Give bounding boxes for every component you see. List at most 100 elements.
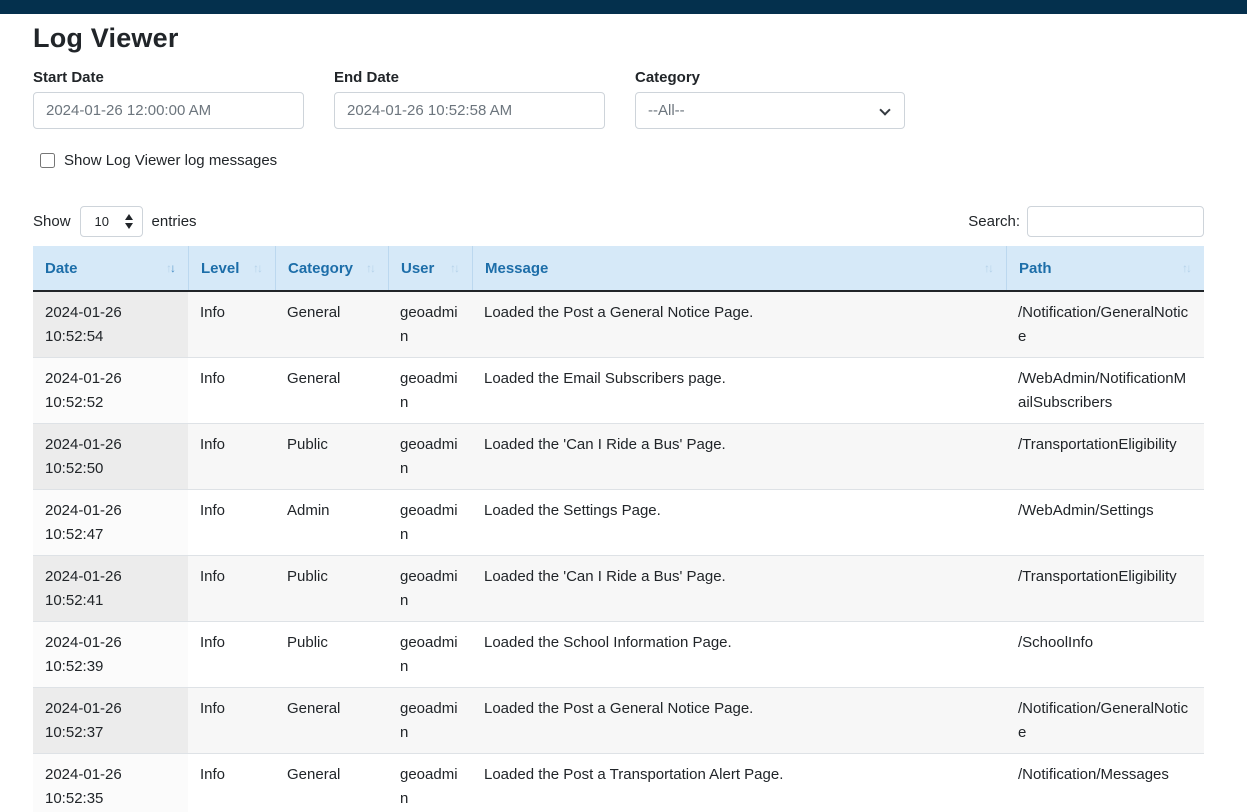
table-row: 2024-01-26 10:52:35InfoGeneralgeoadminLo… bbox=[33, 754, 1204, 812]
cell-category: Public bbox=[275, 622, 388, 687]
cell-user: geoadmin bbox=[388, 292, 472, 357]
cell-message: Loaded the Post a General Notice Page. bbox=[472, 688, 1006, 753]
column-header-user[interactable]: User ↑↓ bbox=[388, 246, 472, 290]
cell-level: Info bbox=[188, 292, 275, 357]
table-row: 2024-01-26 10:52:50InfoPublicgeoadminLoa… bbox=[33, 424, 1204, 490]
table-header-row: Date↑↓Level↑↓Category↑↓User↑↓Message↑↓Pa… bbox=[33, 246, 1204, 292]
end-date-input[interactable] bbox=[334, 92, 605, 129]
cell-date: 2024-01-26 10:52:41 bbox=[33, 556, 188, 621]
cell-category: General bbox=[275, 358, 388, 423]
category-group: Category --All-- bbox=[635, 69, 905, 129]
page-container: Log Viewer Start Date End Date Category … bbox=[33, 23, 1204, 812]
cell-user: geoadmin bbox=[388, 622, 472, 687]
cell-category: Public bbox=[275, 424, 388, 489]
cell-message: Loaded the 'Can I Ride a Bus' Page. bbox=[472, 556, 1006, 621]
cell-path: /Notification/GeneralNotice bbox=[1006, 688, 1204, 753]
cell-message: Loaded the 'Can I Ride a Bus' Page. bbox=[472, 424, 1006, 489]
cell-level: Info bbox=[188, 754, 275, 812]
cell-user: geoadmin bbox=[388, 358, 472, 423]
cell-level: Info bbox=[188, 358, 275, 423]
cell-path: /TransportationEligibility bbox=[1006, 424, 1204, 489]
column-header-category[interactable]: Category ↑↓ bbox=[275, 246, 388, 290]
table-row: 2024-01-26 10:52:41InfoPublicgeoadminLoa… bbox=[33, 556, 1204, 622]
cell-category: General bbox=[275, 292, 388, 357]
cell-date: 2024-01-26 10:52:39 bbox=[33, 622, 188, 687]
start-date-label: Start Date bbox=[33, 69, 304, 86]
cell-category: General bbox=[275, 688, 388, 753]
table-row: 2024-01-26 10:52:52InfoGeneralgeoadminLo… bbox=[33, 358, 1204, 424]
cell-date: 2024-01-26 10:52:52 bbox=[33, 358, 188, 423]
category-select[interactable]: --All-- bbox=[635, 92, 905, 129]
search-label: Search: bbox=[968, 213, 1020, 230]
column-header-message[interactable]: Message ↑↓ bbox=[472, 246, 1006, 290]
show-log-messages-row: Show Log Viewer log messages bbox=[40, 152, 1204, 169]
cell-user: geoadmin bbox=[388, 688, 472, 753]
start-date-group: Start Date bbox=[33, 69, 304, 129]
start-date-input[interactable] bbox=[33, 92, 304, 129]
cell-level: Info bbox=[188, 424, 275, 489]
cell-level: Info bbox=[188, 622, 275, 687]
category-label: Category bbox=[635, 69, 905, 86]
entries-label: entries bbox=[152, 213, 197, 230]
sort-icon-category: ↑↓ bbox=[366, 261, 376, 275]
cell-category: Admin bbox=[275, 490, 388, 555]
chevron-down-icon bbox=[879, 104, 890, 115]
cell-path: /SchoolInfo bbox=[1006, 622, 1204, 687]
end-date-label: End Date bbox=[334, 69, 605, 86]
search-control: Search: bbox=[968, 206, 1204, 237]
cell-user: geoadmin bbox=[388, 490, 472, 555]
cell-date: 2024-01-26 10:52:37 bbox=[33, 688, 188, 753]
cell-date: 2024-01-26 10:52:35 bbox=[33, 754, 188, 812]
show-log-messages-label[interactable]: Show Log Viewer log messages bbox=[64, 152, 277, 169]
column-header-date[interactable]: Date ↑↓ bbox=[33, 246, 188, 290]
show-label: Show bbox=[33, 213, 71, 230]
table-body: 2024-01-26 10:52:54InfoGeneralgeoadminLo… bbox=[33, 292, 1204, 812]
end-date-group: End Date bbox=[334, 69, 605, 129]
sort-icon-date: ↑↓ bbox=[166, 261, 176, 275]
cell-message: Loaded the School Information Page. bbox=[472, 622, 1006, 687]
cell-user: geoadmin bbox=[388, 556, 472, 621]
column-label-category: Category bbox=[288, 260, 353, 277]
sort-icon-message: ↑↓ bbox=[984, 261, 994, 275]
table-row: 2024-01-26 10:52:47InfoAdmingeoadminLoad… bbox=[33, 490, 1204, 556]
category-selected-value: --All-- bbox=[648, 102, 685, 119]
cell-level: Info bbox=[188, 490, 275, 555]
sort-icon-user: ↑↓ bbox=[450, 261, 460, 275]
column-label-message: Message bbox=[485, 260, 548, 277]
cell-category: General bbox=[275, 754, 388, 812]
page-size-control: Show 10 entries bbox=[33, 206, 197, 237]
cell-user: geoadmin bbox=[388, 424, 472, 489]
cell-level: Info bbox=[188, 688, 275, 753]
page-size-value: 10 bbox=[95, 214, 109, 229]
page-size-select[interactable]: 10 bbox=[80, 206, 143, 237]
table-row: 2024-01-26 10:52:54InfoGeneralgeoadminLo… bbox=[33, 292, 1204, 358]
cell-path: /WebAdmin/Settings bbox=[1006, 490, 1204, 555]
sort-icon-level: ↑↓ bbox=[253, 261, 263, 275]
page-title: Log Viewer bbox=[33, 23, 1204, 54]
column-header-level[interactable]: Level ↑↓ bbox=[188, 246, 275, 290]
cell-path: /Notification/GeneralNotice bbox=[1006, 292, 1204, 357]
cell-date: 2024-01-26 10:52:47 bbox=[33, 490, 188, 555]
table-row: 2024-01-26 10:52:37InfoGeneralgeoadminLo… bbox=[33, 688, 1204, 754]
column-label-user: User bbox=[401, 260, 434, 277]
table-controls: Show 10 entries Search: bbox=[33, 206, 1204, 237]
sort-icon-path: ↑↓ bbox=[1182, 261, 1192, 275]
cell-message: Loaded the Email Subscribers page. bbox=[472, 358, 1006, 423]
filter-bar: Start Date End Date Category --All-- bbox=[33, 69, 1204, 129]
show-log-messages-checkbox[interactable] bbox=[40, 153, 55, 168]
cell-date: 2024-01-26 10:52:54 bbox=[33, 292, 188, 357]
column-label-level: Level bbox=[201, 260, 239, 277]
cell-level: Info bbox=[188, 556, 275, 621]
cell-path: /WebAdmin/NotificationMailSubscribers bbox=[1006, 358, 1204, 423]
column-header-path[interactable]: Path ↑↓ bbox=[1006, 246, 1204, 290]
table-row: 2024-01-26 10:52:39InfoPublicgeoadminLoa… bbox=[33, 622, 1204, 688]
cell-user: geoadmin bbox=[388, 754, 472, 812]
search-input[interactable] bbox=[1027, 206, 1204, 237]
log-table: Date↑↓Level↑↓Category↑↓User↑↓Message↑↓Pa… bbox=[33, 246, 1204, 812]
column-label-date: Date bbox=[45, 260, 78, 277]
cell-message: Loaded the Post a Transportation Alert P… bbox=[472, 754, 1006, 812]
cell-path: /TransportationEligibility bbox=[1006, 556, 1204, 621]
cell-date: 2024-01-26 10:52:50 bbox=[33, 424, 188, 489]
cell-path: /Notification/Messages bbox=[1006, 754, 1204, 812]
column-label-path: Path bbox=[1019, 260, 1052, 277]
